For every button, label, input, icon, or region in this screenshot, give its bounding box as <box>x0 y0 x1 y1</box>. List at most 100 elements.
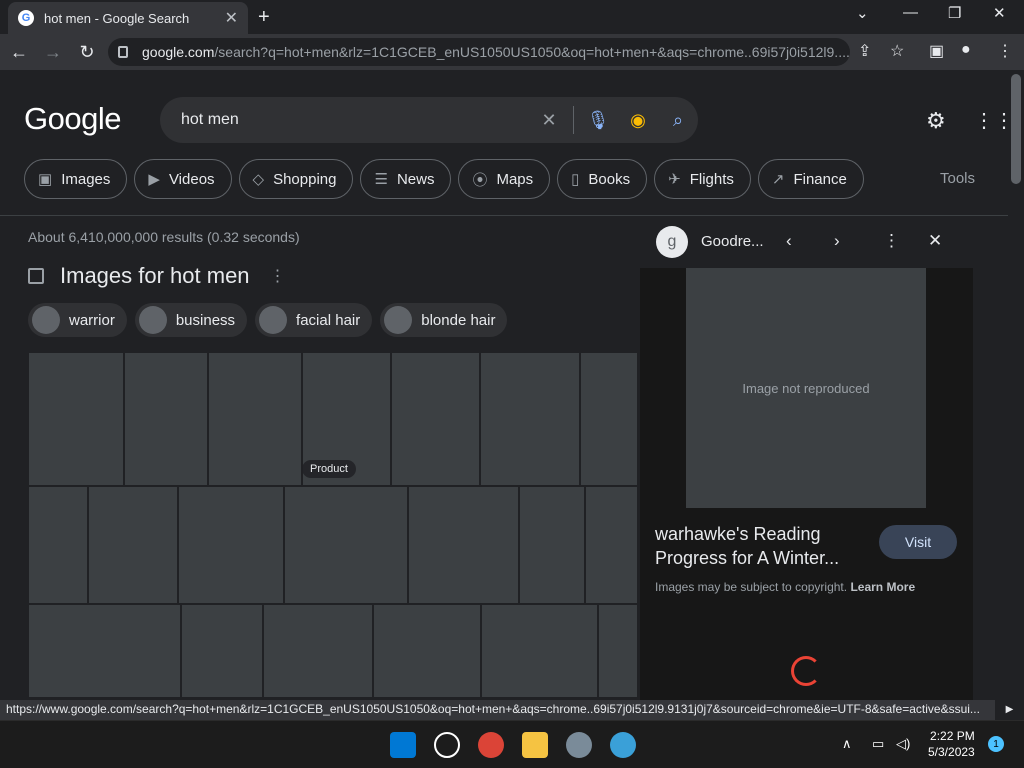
refinement-chip[interactable]: blonde hair <box>380 303 508 337</box>
bookmark-star-icon[interactable]: ☆ <box>890 41 904 61</box>
refinement-label: business <box>175 311 236 329</box>
mic-icon[interactable]: 🎙 <box>578 110 618 131</box>
volume-icon[interactable]: ◁) <box>896 736 910 752</box>
refinement-label: facial hair <box>296 311 361 329</box>
tab-flights[interactable]: ✈ Flights <box>654 159 751 199</box>
file-explorer-icon[interactable] <box>522 732 548 758</box>
profile-icon[interactable]: ● <box>961 41 971 59</box>
chrome-icon[interactable] <box>478 732 504 758</box>
image-result-placeholder[interactable] <box>28 352 124 486</box>
settings-icon[interactable] <box>566 732 592 758</box>
images-heading-text[interactable]: Images for hot men <box>60 263 250 289</box>
restore-button[interactable]: ❐ <box>948 4 961 22</box>
close-window-button[interactable]: ✕ <box>993 4 1006 22</box>
tab-label: Flights <box>689 170 734 188</box>
more-options-icon[interactable]: ⋮ <box>883 231 900 251</box>
image-result-placeholder[interactable] <box>28 486 88 604</box>
image-result-placeholder[interactable] <box>481 604 598 698</box>
panel-scrollbar[interactable] <box>975 220 989 698</box>
close-tab-icon[interactable]: ✕ <box>225 8 238 28</box>
search-icon[interactable]: ⌕ <box>658 110 698 131</box>
browser-tab[interactable]: G hot men - Google Search ✕ <box>8 2 248 34</box>
copyright-text: Images may be subject to copyright. <box>655 580 848 594</box>
date: 5/3/2023 <box>928 745 975 759</box>
lock-icon <box>118 46 128 58</box>
lens-icon[interactable]: ◉ <box>618 110 658 131</box>
tab-images[interactable]: ▣ Images <box>24 159 128 199</box>
image-result-placeholder[interactable] <box>585 486 638 604</box>
tab-label: Books <box>588 170 631 188</box>
start-icon[interactable] <box>390 732 416 758</box>
show-hidden-icons-icon[interactable]: ∧ <box>842 736 852 752</box>
search-input[interactable]: hot men <box>181 111 529 129</box>
image-result-placeholder[interactable] <box>408 486 519 604</box>
search-box[interactable]: hot men ✕ 🎙 ◉ ⌕ <box>160 97 698 143</box>
side-panel-icon[interactable]: ▣ <box>929 41 944 61</box>
share-icon[interactable]: ⇪ <box>858 41 871 61</box>
settings-gear-icon[interactable]: ⚙ <box>926 108 946 134</box>
tab-news[interactable]: ☰ News <box>360 159 452 199</box>
google-logo[interactable]: Google <box>24 101 121 137</box>
refinement-chip[interactable]: warrior <box>28 303 127 337</box>
tab-videos[interactable]: ▶ Videos <box>134 159 232 199</box>
image-result-placeholder[interactable] <box>373 604 481 698</box>
source-favicon-icon: g <box>656 226 688 258</box>
image-result-placeholder[interactable] <box>181 604 263 698</box>
image-result-placeholder[interactable] <box>391 352 480 486</box>
minimize-button[interactable]: — <box>903 4 918 21</box>
pin-icon: ⦿ <box>472 171 488 189</box>
image-result-placeholder[interactable] <box>519 486 585 604</box>
image-result-placeholder[interactable] <box>580 352 638 486</box>
image-result-placeholder[interactable] <box>480 352 580 486</box>
more-options-icon[interactable]: ⋮ <box>270 266 286 286</box>
video-icon: ▶ <box>148 171 160 188</box>
tab-label: Maps <box>496 170 534 188</box>
reload-icon[interactable]: ↻ <box>72 42 102 63</box>
chart-icon: ↗ <box>771 171 785 188</box>
search-tabs: ▣ Images ▶ Videos ◇ Shopping ☰ News ⦿ Maps ▯ Books ✈… <box>24 159 864 199</box>
scroll-right-icon[interactable]: ▶ <box>995 700 1024 720</box>
scrollbar-thumb[interactable] <box>1011 74 1021 184</box>
visit-button[interactable]: Visit <box>879 525 957 559</box>
tab-maps[interactable]: ⦿ Maps <box>458 159 551 199</box>
tab-search-icon[interactable]: ⌄ <box>856 4 869 22</box>
image-result-placeholder[interactable] <box>598 604 638 698</box>
image-result-placeholder[interactable] <box>124 352 208 486</box>
search-icon[interactable] <box>434 732 460 758</box>
next-icon[interactable]: › <box>834 231 840 251</box>
close-icon[interactable]: ✕ <box>928 231 942 251</box>
refinement-chip[interactable]: facial hair <box>255 303 373 337</box>
tab-label: Images <box>61 170 111 188</box>
tab-finance[interactable]: ↗ Finance <box>757 159 864 199</box>
preview-title[interactable]: warhawke's Reading Progress for A Winter… <box>655 522 875 570</box>
image-results-grid <box>28 352 638 698</box>
chrome-menu-icon[interactable]: ⋮ <box>997 41 1013 61</box>
refinement-chip[interactable]: business <box>134 303 248 337</box>
image-result-placeholder[interactable] <box>208 352 302 486</box>
address-bar[interactable]: google.com/search?q=hot+men&rlz=1C1GCEB_… <box>108 38 850 66</box>
clear-icon[interactable]: ✕ <box>529 110 569 131</box>
learn-more-link[interactable]: Learn More <box>850 580 915 594</box>
source-name[interactable]: Goodre... <box>701 233 764 250</box>
image-result-placeholder[interactable] <box>284 486 408 604</box>
copyright-notice: Images may be subject to copyright. Lear… <box>655 580 915 594</box>
tools-button[interactable]: Tools <box>940 170 975 187</box>
tab-shopping[interactable]: ◇ Shopping <box>238 159 354 199</box>
preview-image-placeholder[interactable]: Image not reproduced <box>686 268 926 508</box>
image-result-placeholder[interactable] <box>263 604 373 698</box>
back-icon[interactable]: ← <box>4 42 34 63</box>
previous-icon[interactable]: ‹ <box>786 231 792 251</box>
network-icon[interactable]: ▭ <box>872 736 884 752</box>
clock[interactable]: 2:22 PM 5/3/2023 <box>928 728 975 760</box>
tab-books[interactable]: ▯ Books <box>557 159 648 199</box>
image-result-placeholder[interactable] <box>178 486 284 604</box>
notification-badge[interactable]: 1 <box>988 736 1004 752</box>
new-tab-button[interactable]: + <box>258 6 270 29</box>
image-result-placeholder[interactable] <box>28 604 181 698</box>
tab-title: hot men - Google Search <box>44 10 190 26</box>
image-result-placeholder[interactable] <box>88 486 178 604</box>
images-heading: Images for hot men ⋮ <box>28 263 286 289</box>
forward-icon[interactable]: → <box>38 42 68 63</box>
loading-spinner-icon <box>791 656 821 686</box>
globe-icon[interactable] <box>610 732 636 758</box>
